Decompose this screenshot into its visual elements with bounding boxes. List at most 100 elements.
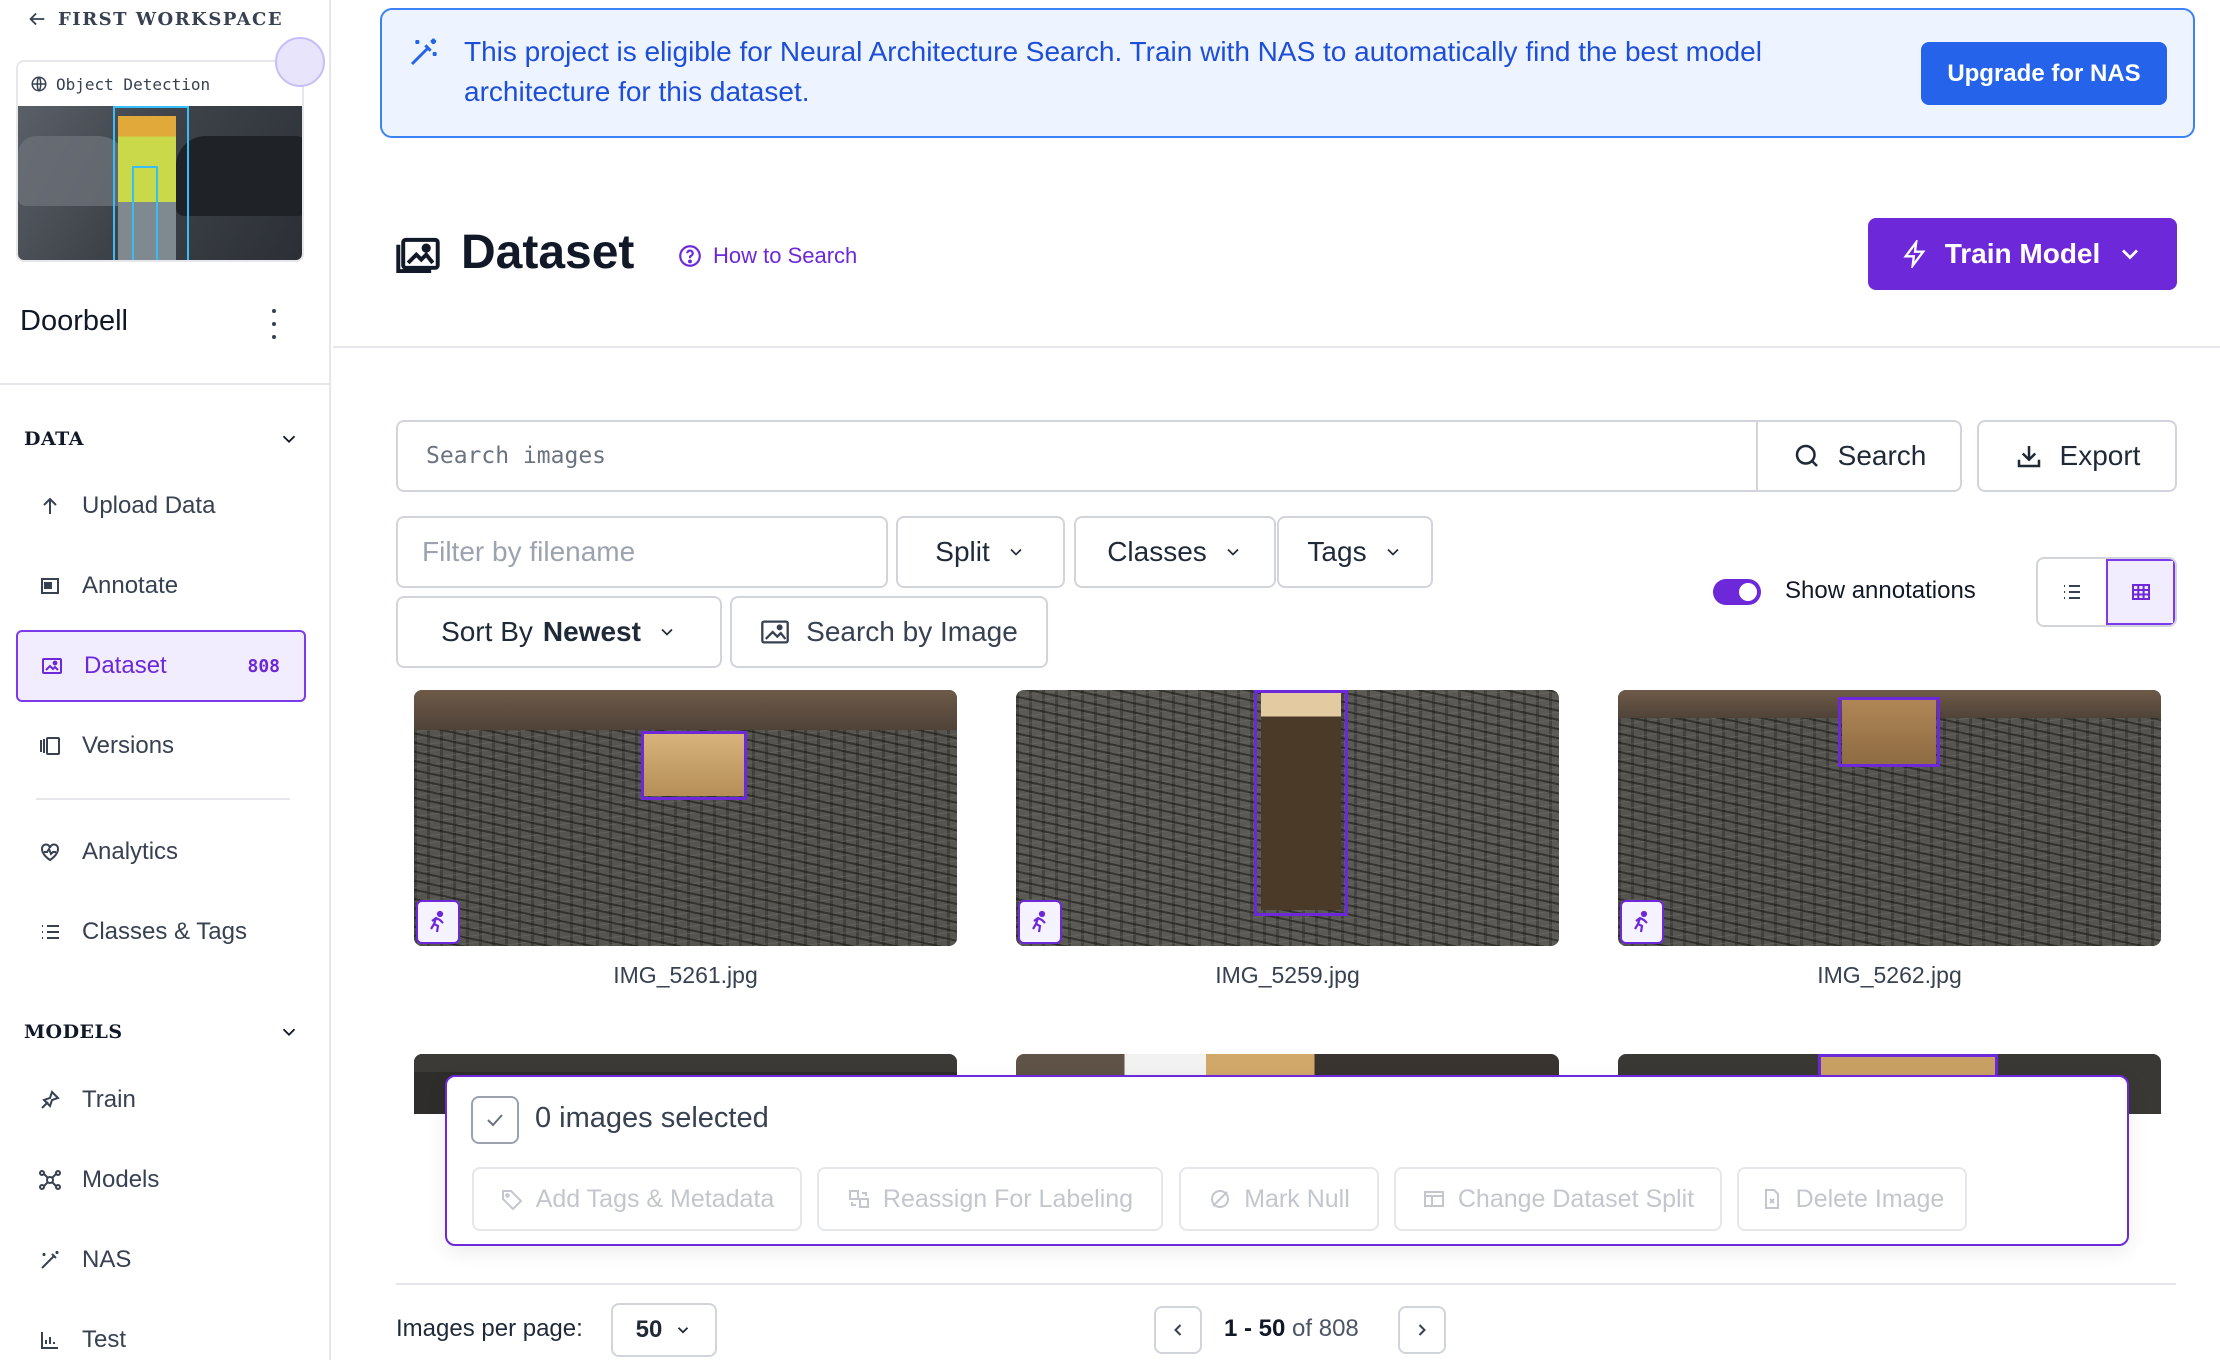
upgrade-nas-button[interactable]: Upgrade for NAS — [1921, 42, 2167, 105]
show-annotations-toggle[interactable] — [1713, 579, 1761, 605]
page-range: 1 - 50 of 808 — [1224, 1315, 1359, 1343]
delete-image-label: Delete Image — [1795, 1184, 1945, 1213]
sidebar-item-classes-tags[interactable]: Classes & Tags — [16, 896, 306, 968]
page-header: Dataset — [395, 225, 634, 280]
add-tags-button[interactable]: Add Tags & Metadata — [472, 1167, 802, 1231]
grid-icon — [2132, 584, 2151, 600]
sidebar-item-test[interactable]: Test — [16, 1304, 306, 1360]
image-card[interactable]: IMG_5262.jpg — [1618, 690, 2161, 989]
sidebar-item-upload-data[interactable]: Upload Data — [16, 470, 306, 542]
next-page-button[interactable] — [1398, 1306, 1446, 1354]
change-split-button[interactable]: Change Dataset Split — [1394, 1167, 1722, 1231]
sidebar-item-nas[interactable]: NAS — [16, 1224, 306, 1296]
chevron-down-icon — [282, 1028, 296, 1037]
null-icon — [1211, 1190, 1230, 1208]
image-filename: IMG_5262.jpg — [1817, 962, 1962, 988]
grid-view-button[interactable] — [2105, 559, 2175, 625]
sidebar-item-analytics[interactable]: Analytics — [16, 816, 306, 888]
prev-page-button[interactable] — [1154, 1306, 1202, 1354]
export-button[interactable]: Export — [1977, 420, 2177, 492]
arrow-left-icon — [29, 12, 45, 26]
tag-icon — [501, 1190, 523, 1211]
search-button-label: Search — [1837, 440, 1927, 471]
section-models-toggle[interactable]: MODELS — [24, 1021, 300, 1043]
image-card[interactable]: IMG_5259.jpg — [1016, 690, 1559, 989]
image-card[interactable]: IMG_5261.jpg — [414, 690, 957, 989]
analytics-icon — [41, 843, 59, 862]
image-thumbnail[interactable] — [1016, 690, 1559, 946]
list-view-button[interactable] — [2038, 559, 2106, 625]
sidebar-item-label: Test — [82, 1326, 127, 1353]
workspace-name: FIRST WORKSPACE — [58, 8, 284, 30]
chevron-down-icon — [282, 435, 296, 444]
delete-image-button[interactable]: Delete Image — [1737, 1167, 1967, 1231]
sidebar-item-versions[interactable]: Versions — [16, 710, 306, 782]
per-page-value: 50 — [635, 1316, 663, 1343]
sidebar: FIRST WORKSPACE Object Detection Doorbel… — [0, 0, 331, 1360]
section-data-toggle[interactable]: DATA — [24, 428, 300, 450]
chevron-down-icon — [1010, 548, 1022, 556]
image-thumbnail[interactable] — [414, 690, 957, 946]
file-delete-icon — [1764, 1189, 1779, 1209]
how-to-search-label: How to Search — [713, 243, 858, 268]
view-mode-switch — [2036, 557, 2177, 627]
image-filename: IMG_5259.jpg — [1215, 962, 1360, 988]
sort-label: Sort By — [441, 616, 533, 647]
sidebar-item-label: Versions — [82, 732, 175, 759]
split-dropdown[interactable]: Split — [896, 516, 1065, 588]
project-thumbnail — [18, 106, 302, 260]
classes-dropdown[interactable]: Classes — [1074, 516, 1276, 588]
sort-dropdown[interactable]: Sort By Newest — [396, 596, 722, 668]
person-running-icon — [1634, 910, 1648, 933]
sidebar-item-dataset[interactable]: Dataset 808 — [16, 630, 306, 702]
sidebar-item-label: Analytics — [82, 838, 179, 865]
magic-wand-icon — [410, 38, 437, 66]
section-models-label: MODELS — [24, 1021, 123, 1043]
tags-dropdown[interactable]: Tags — [1277, 516, 1433, 588]
search-input[interactable] — [398, 422, 1756, 490]
download-icon — [2017, 446, 2040, 468]
project-menu-button[interactable] — [268, 309, 280, 339]
project-type: Object Detection — [18, 62, 302, 106]
train-model-label: Train Model — [1944, 238, 2101, 269]
avatar[interactable] — [275, 37, 325, 87]
dataset-count-badge: 808 — [247, 655, 280, 677]
project-card[interactable]: Object Detection — [16, 60, 304, 262]
annotation-badge — [416, 900, 460, 944]
sidebar-item-models[interactable]: Models — [16, 1144, 306, 1216]
search-by-image-label: Search by Image — [806, 616, 1018, 647]
tags-label: Tags — [1307, 536, 1367, 567]
search-icon — [1795, 444, 1818, 467]
sidebar-item-label: Train — [82, 1086, 136, 1113]
chevron-down-icon — [678, 1327, 689, 1334]
how-to-search-link[interactable]: How to Search — [677, 243, 857, 269]
train-model-button[interactable]: Train Model — [1868, 218, 2177, 290]
image-thumbnail[interactable] — [1618, 690, 2161, 946]
pagination-divider — [396, 1283, 2176, 1285]
filename-filter-input[interactable] — [396, 516, 888, 588]
sidebar-divider — [0, 383, 331, 385]
search-button[interactable]: Search — [1756, 422, 1960, 490]
per-page-dropdown[interactable]: 50 — [611, 1303, 717, 1357]
sidebar-item-annotate[interactable]: Annotate — [16, 550, 306, 622]
annotation-badge — [1018, 900, 1062, 944]
chevron-right-icon — [1418, 1324, 1426, 1336]
image-icon — [42, 658, 62, 674]
chart-icon — [41, 1332, 58, 1349]
project-name: Doorbell — [20, 305, 128, 337]
select-all-checkbox[interactable] — [471, 1096, 519, 1144]
lightning-icon — [1903, 240, 1926, 268]
train-icon — [41, 1090, 60, 1109]
reassign-labeling-label: Reassign For Labeling — [882, 1184, 1134, 1213]
workspace-back-link[interactable]: FIRST WORKSPACE — [26, 8, 283, 30]
sidebar-item-label: Annotate — [82, 572, 179, 599]
help-circle-icon — [679, 245, 701, 267]
search-bar: Search — [396, 420, 1962, 492]
mark-null-button[interactable]: Mark Null — [1179, 1167, 1379, 1231]
reassign-icon — [848, 1190, 869, 1208]
sidebar-item-label: NAS — [82, 1246, 132, 1273]
classes-label: Classes — [1107, 536, 1207, 567]
sidebar-item-train[interactable]: Train — [16, 1064, 306, 1136]
reassign-labeling-button[interactable]: Reassign For Labeling — [817, 1167, 1163, 1231]
search-by-image-button[interactable]: Search by Image — [730, 596, 1048, 668]
